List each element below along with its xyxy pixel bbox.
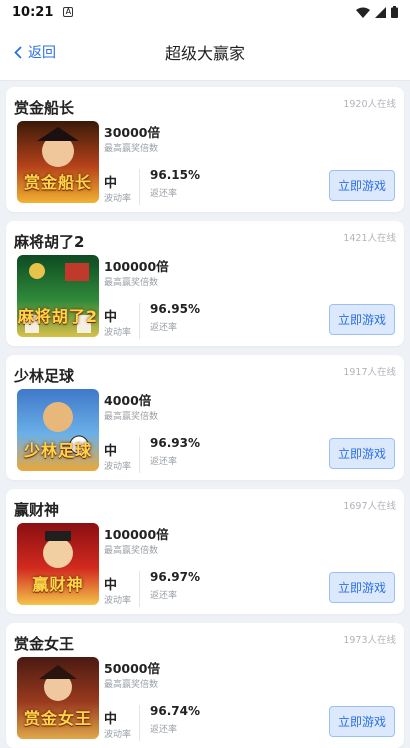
volatility-caption: 波动率: [104, 462, 132, 472]
status-bar: 10:21 A: [0, 0, 410, 24]
rtp-value: 96.95%: [150, 302, 200, 316]
game-name: 麻将胡了2: [14, 233, 85, 251]
volatility-caption: 波动率: [104, 730, 132, 740]
game-card: 麻将胡了2 1421人在线 麻将胡了2 100000倍 最高赢奖倍数 中 波动率…: [6, 221, 404, 346]
volatility-value: 中: [104, 176, 118, 191]
thumbnail-text: 赏金船长: [23, 173, 92, 192]
wifi-icon: [356, 7, 370, 18]
game-card: 赢财神 1697人在线 赢财神 100000倍 最高赢奖倍数 中 波动率 96.…: [6, 489, 404, 614]
volatility-value: 中: [104, 578, 118, 593]
signal-icon: [375, 6, 386, 18]
game-thumbnail[interactable]: 少林足球: [17, 389, 99, 471]
game-name: 少林足球: [14, 367, 75, 385]
multiplier-caption: 最高赢奖倍数: [104, 412, 159, 422]
rtp-value: 96.74%: [150, 704, 200, 718]
game-thumbnail[interactable]: 赏金女王: [17, 657, 99, 739]
back-label: 返回: [28, 45, 56, 61]
rtp-caption: 返还率: [150, 725, 178, 735]
online-count: 1920人在线: [343, 99, 396, 110]
rtp-caption: 返还率: [150, 457, 178, 467]
thumbnail-text: 赢财神: [32, 575, 84, 594]
divider: [139, 705, 140, 741]
volatility-value: 中: [104, 712, 118, 727]
divider: [139, 571, 140, 607]
status-time: 10:21: [12, 4, 54, 20]
game-thumbnail[interactable]: 麻将胡了2: [17, 255, 99, 337]
game-name: 赢财神: [14, 501, 60, 519]
divider: [139, 303, 140, 339]
multiplier-caption: 最高赢奖倍数: [104, 278, 159, 288]
thumbnail-text: 少林足球: [23, 441, 92, 460]
play-now-button[interactable]: 立即游戏: [329, 438, 395, 469]
game-card: 少林足球 1917人在线 少林足球 4000倍 最高赢奖倍数 中 波动率 96.…: [6, 355, 404, 480]
game-list: 赏金船长 1920人在线 赏金船长 30000倍 最高赢奖倍数 中 波动率 96…: [0, 81, 410, 748]
online-count: 1917人在线: [343, 367, 396, 378]
online-count: 1973人在线: [343, 635, 396, 646]
app-header: 返回 超级大赢家: [0, 24, 410, 81]
multiplier-caption: 最高赢奖倍数: [104, 546, 159, 556]
status-icons: [356, 6, 398, 18]
game-thumbnail[interactable]: 赏金船长: [17, 121, 99, 203]
game-card: 赏金船长 1920人在线 赏金船长 30000倍 最高赢奖倍数 中 波动率 96…: [6, 87, 404, 212]
game-name: 赏金女王: [14, 635, 75, 653]
game-thumbnail[interactable]: 赢财神: [17, 523, 99, 605]
play-now-button[interactable]: 立即游戏: [329, 170, 395, 201]
thumbnail-text: 麻将胡了2: [17, 307, 99, 326]
rtp-value: 96.97%: [150, 570, 200, 584]
rtp-caption: 返还率: [150, 189, 178, 199]
multiplier-value: 30000倍: [104, 125, 160, 140]
multiplier-value: 100000倍: [104, 527, 169, 542]
rtp-caption: 返还率: [150, 323, 178, 333]
rtp-value: 96.15%: [150, 168, 200, 182]
chevron-left-icon: [14, 45, 22, 59]
multiplier-caption: 最高赢奖倍数: [104, 144, 159, 154]
volatility-value: 中: [104, 444, 118, 459]
divider: [139, 169, 140, 205]
rtp-value: 96.93%: [150, 436, 200, 450]
back-button[interactable]: 返回: [14, 42, 56, 62]
volatility-caption: 波动率: [104, 328, 132, 338]
divider: [139, 437, 140, 473]
battery-icon: [391, 6, 398, 18]
volatility-caption: 波动率: [104, 194, 132, 204]
multiplier-value: 50000倍: [104, 661, 160, 676]
rtp-caption: 返还率: [150, 591, 178, 601]
game-card: 赏金女王 1973人在线 赏金女王 50000倍 最高赢奖倍数 中 波动率 96…: [6, 623, 404, 748]
play-now-button[interactable]: 立即游戏: [329, 706, 395, 737]
online-count: 1697人在线: [343, 501, 396, 512]
play-now-button[interactable]: 立即游戏: [329, 304, 395, 335]
volatility-value: 中: [104, 310, 118, 325]
game-name: 赏金船长: [14, 99, 75, 117]
multiplier-value: 4000倍: [104, 393, 152, 408]
multiplier-value: 100000倍: [104, 259, 169, 274]
online-count: 1421人在线: [343, 233, 396, 244]
page-title: 超级大赢家: [164, 44, 245, 63]
play-now-button[interactable]: 立即游戏: [329, 572, 395, 603]
multiplier-caption: 最高赢奖倍数: [104, 680, 159, 690]
thumbnail-text: 赏金女王: [23, 709, 92, 728]
sim-icon: A: [63, 7, 74, 17]
volatility-caption: 波动率: [104, 596, 132, 606]
